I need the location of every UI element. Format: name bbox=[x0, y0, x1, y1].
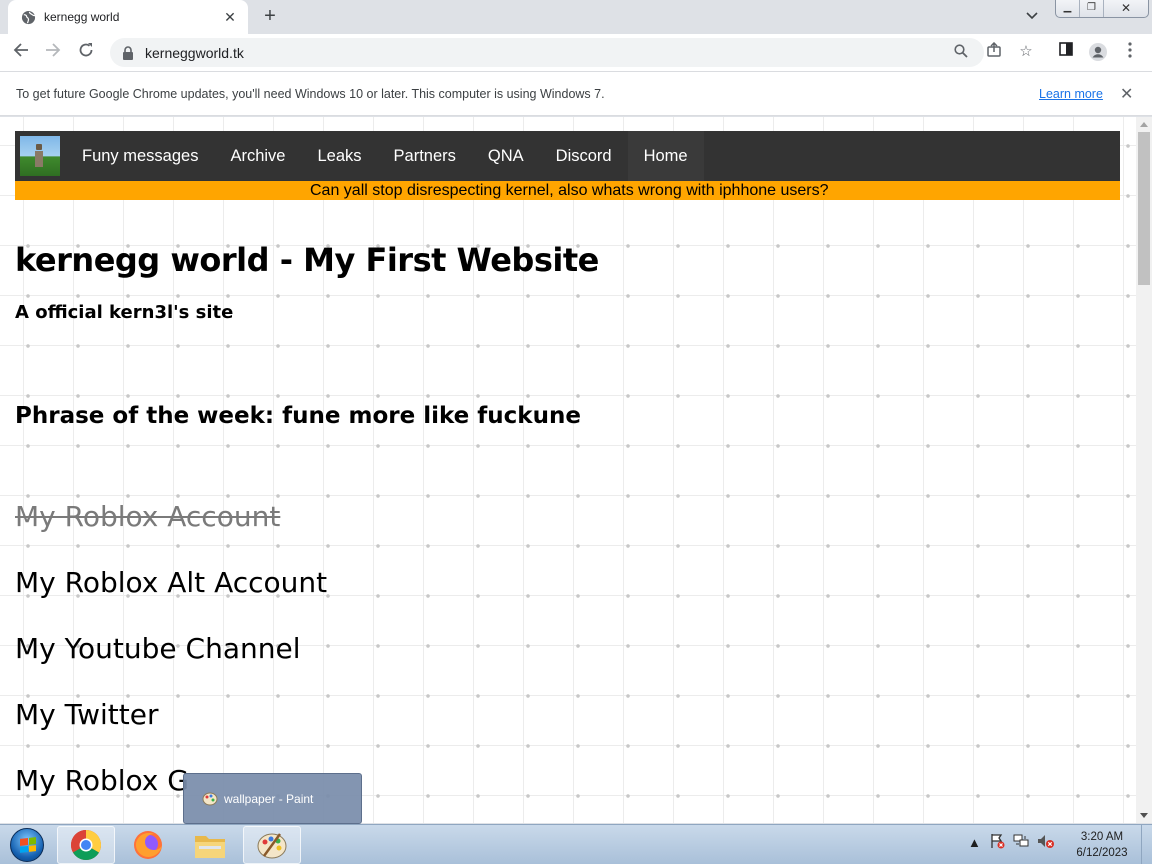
close-infobar-icon[interactable]: ✕ bbox=[1120, 84, 1133, 104]
minimize-button[interactable]: ▁ bbox=[1056, 0, 1080, 17]
scroll-thumb[interactable] bbox=[1138, 132, 1150, 285]
roblox-alt-account-link[interactable]: My Roblox Alt Account bbox=[15, 566, 327, 599]
action-center-flag-icon[interactable] bbox=[989, 833, 1005, 852]
marquee-text: Can yall stop disrespecting kernel, also… bbox=[310, 182, 829, 199]
taskbar-paint[interactable] bbox=[243, 826, 301, 864]
forward-button[interactable] bbox=[41, 40, 65, 64]
menu-kebab-icon[interactable] bbox=[1120, 42, 1140, 62]
share-icon[interactable] bbox=[984, 41, 1004, 62]
restore-button[interactable]: ❐ bbox=[1080, 0, 1104, 17]
clock-time: 3:20 AM bbox=[1080, 831, 1124, 843]
volume-muted-icon[interactable] bbox=[1037, 833, 1055, 852]
window-close-button[interactable]: ✕ bbox=[1104, 0, 1148, 17]
lock-icon[interactable] bbox=[122, 45, 136, 60]
close-tab-icon[interactable]: ✕ bbox=[222, 9, 238, 26]
nav-funy-messages[interactable]: Funy messages bbox=[66, 131, 214, 181]
nav-qna[interactable]: QNA bbox=[472, 131, 540, 181]
profile-avatar-icon[interactable] bbox=[1088, 42, 1108, 62]
infobar-message: To get future Google Chrome updates, you… bbox=[16, 86, 605, 101]
show-desktop-button[interactable] bbox=[1141, 825, 1152, 864]
browser-toolbar: kerneggworld.tk ☆ bbox=[0, 34, 1152, 71]
phrase-of-week: Phrase of the week: fune more like fucku… bbox=[15, 403, 581, 429]
windows-taskbar: ▲ 3:20 AM 6/12/2023 bbox=[0, 824, 1152, 864]
tab-title: kernegg world bbox=[44, 10, 120, 24]
scroll-down-arrow[interactable] bbox=[1140, 813, 1148, 818]
youtube-channel-link[interactable]: My Youtube Channel bbox=[15, 632, 300, 665]
side-panel-icon[interactable] bbox=[1056, 42, 1076, 62]
chevron-down-icon[interactable] bbox=[1022, 6, 1042, 26]
reload-button[interactable] bbox=[74, 40, 98, 64]
announcement-marquee: Can yall stop disrespecting kernel, also… bbox=[15, 181, 1120, 200]
chrome-icon bbox=[70, 830, 102, 861]
paint-palette-icon bbox=[257, 833, 287, 859]
globe-icon bbox=[20, 9, 36, 25]
nav-leaks[interactable]: Leaks bbox=[302, 131, 378, 181]
paint-icon bbox=[202, 792, 218, 806]
preview-label: wallpaper - Paint bbox=[224, 791, 314, 806]
taskbar-firefox[interactable] bbox=[119, 826, 177, 864]
taskbar-preview[interactable]: wallpaper - Paint bbox=[183, 773, 362, 824]
nav-home[interactable]: Home bbox=[627, 131, 704, 181]
site-logo[interactable] bbox=[20, 136, 60, 176]
taskbar-clock[interactable]: 3:20 AM 6/12/2023 bbox=[1064, 829, 1140, 861]
windows-logo-icon bbox=[10, 828, 44, 862]
nav-partners[interactable]: Partners bbox=[378, 131, 472, 181]
page-subtitle: A official kern3l's site bbox=[15, 302, 234, 323]
folder-icon bbox=[195, 836, 225, 858]
zoom-icon[interactable] bbox=[952, 44, 970, 62]
url-text: kerneggworld.tk bbox=[145, 44, 244, 61]
page-scrollbar[interactable] bbox=[1136, 117, 1152, 823]
page-title: kernegg world - My First Website bbox=[15, 241, 599, 279]
site-navbar: Funy messages Archive Leaks Partners QNA… bbox=[15, 131, 1120, 181]
twitter-link[interactable]: My Twitter bbox=[15, 698, 158, 731]
taskbar-chrome[interactable] bbox=[57, 826, 115, 864]
show-hidden-icons[interactable]: ▲ bbox=[968, 835, 981, 850]
back-button[interactable] bbox=[9, 40, 33, 64]
system-tray: ▲ bbox=[968, 833, 1055, 852]
nav-discord[interactable]: Discord bbox=[540, 131, 628, 181]
update-infobar: To get future Google Chrome updates, you… bbox=[0, 71, 1152, 116]
window-controls: ▁ ❐ ✕ bbox=[1055, 0, 1149, 18]
firefox-icon bbox=[134, 831, 162, 859]
bookmark-star-icon[interactable]: ☆ bbox=[1016, 42, 1036, 62]
new-tab-button[interactable]: + bbox=[258, 5, 282, 29]
roblox-group-link[interactable]: My Roblox G bbox=[15, 764, 189, 797]
tab-strip: kernegg world ✕ + ▁ ❐ ✕ bbox=[0, 0, 1152, 34]
learn-more-link[interactable]: Learn more bbox=[1039, 87, 1103, 101]
taskbar-explorer[interactable] bbox=[181, 826, 239, 864]
page-viewport: Funy messages Archive Leaks Partners QNA… bbox=[0, 117, 1136, 823]
start-button[interactable] bbox=[2, 826, 52, 864]
address-bar[interactable]: kerneggworld.tk bbox=[110, 38, 984, 67]
browser-tab[interactable]: kernegg world ✕ bbox=[8, 0, 248, 34]
scroll-up-arrow[interactable] bbox=[1140, 122, 1148, 127]
network-icon[interactable] bbox=[1013, 833, 1029, 852]
roblox-account-link[interactable]: My Roblox Account bbox=[15, 500, 280, 533]
clock-date: 6/12/2023 bbox=[1076, 847, 1128, 859]
nav-archive[interactable]: Archive bbox=[214, 131, 301, 181]
